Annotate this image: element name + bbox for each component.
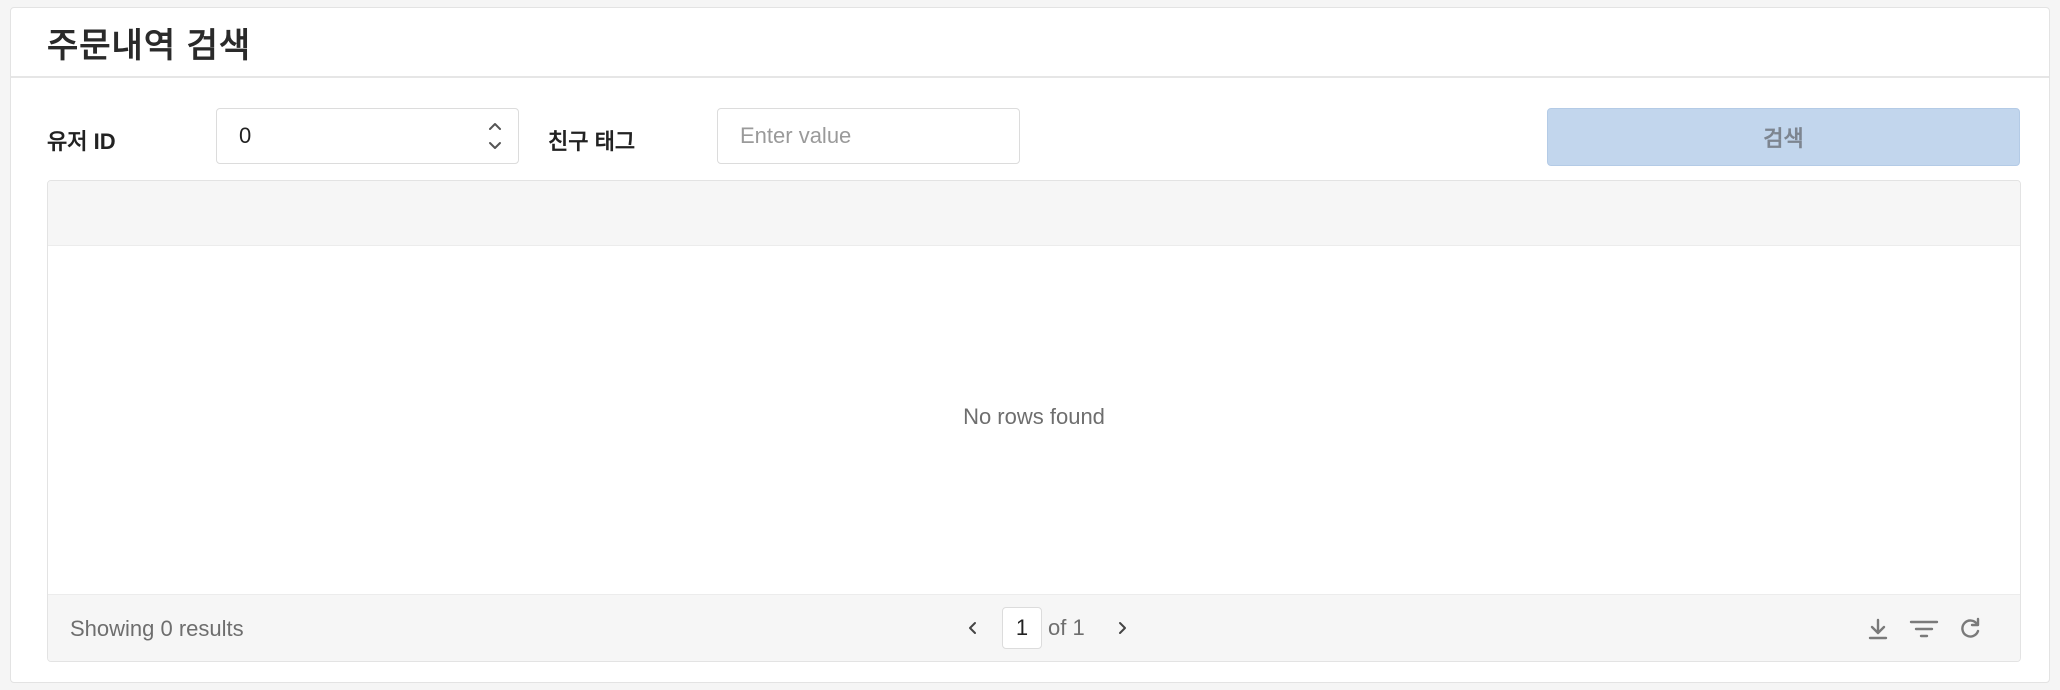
order-search-panel: 주문내역 검색 유저 ID 친구 태그 검색 No rows found Sho… [10,7,2050,683]
table-footer: Showing 0 results of 1 [48,594,2020,661]
search-form: 유저 ID 친구 태그 검색 [11,108,2049,166]
next-page-icon[interactable] [1107,613,1137,643]
decrement-icon[interactable] [485,136,505,156]
table-tools [1862,613,1986,645]
search-button[interactable]: 검색 [1547,108,2020,166]
empty-message: No rows found [963,404,1105,429]
user-id-field [216,108,519,164]
user-id-label: 유저 ID [47,129,116,154]
filter-icon[interactable] [1908,613,1940,645]
table-body: No rows found [48,245,2020,589]
page-number-input[interactable] [1002,607,1042,649]
page-total: of 1 [1048,615,1085,640]
previous-page-icon[interactable] [958,613,988,643]
results-table: No rows found Showing 0 results of 1 [47,180,2021,662]
panel-header: 주문내역 검색 [11,8,2049,78]
friend-tag-label: 친구 태그 [548,129,636,154]
increment-icon[interactable] [485,116,505,136]
friend-tag-input[interactable] [717,108,1020,164]
refresh-icon[interactable] [1954,613,1986,645]
download-icon[interactable] [1862,613,1894,645]
pagination: of 1 [958,605,1137,651]
table-header [48,181,2020,246]
user-id-stepper [485,116,505,156]
user-id-input[interactable] [216,108,519,164]
page-title: 주문내역 검색 [47,26,252,65]
results-count: Showing 0 results [70,616,244,641]
